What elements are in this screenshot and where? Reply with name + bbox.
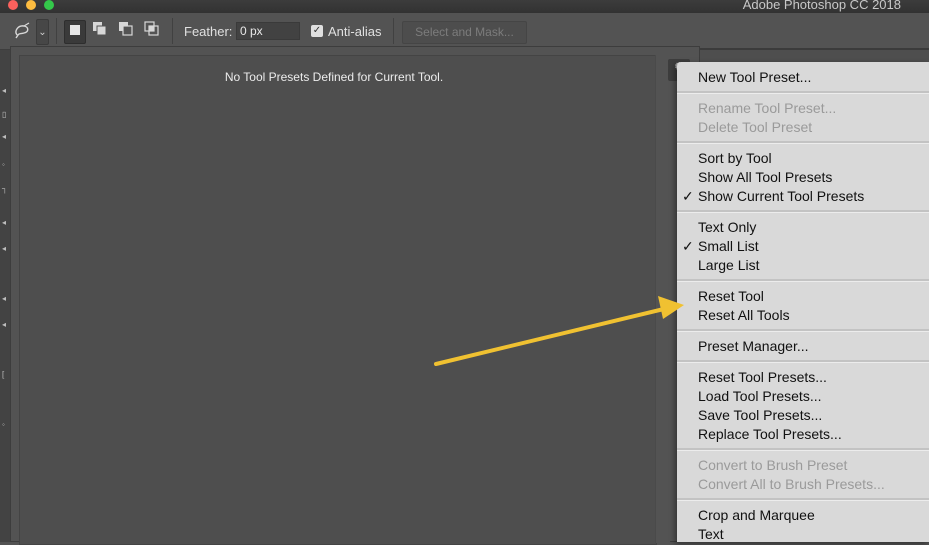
- menu-item[interactable]: Preset Manager...: [677, 337, 929, 356]
- add-to-selection-button[interactable]: [90, 20, 110, 42]
- menu-item-label: Preset Manager...: [698, 338, 809, 354]
- menu-item-label: Rename Tool Preset...: [698, 100, 837, 116]
- minimize-window-button[interactable]: [26, 0, 36, 10]
- antialias-checkbox[interactable]: ✓: [311, 25, 323, 37]
- tool-icon[interactable]: ◂: [2, 87, 7, 95]
- checkmark-icon: ✓: [682, 238, 694, 254]
- tool-icon[interactable]: ◂: [2, 321, 7, 329]
- new-selection-button[interactable]: [64, 20, 86, 44]
- subtract-from-selection-icon: [118, 21, 134, 42]
- tool-presets-panel: No Tool Presets Defined for Current Tool…: [10, 46, 700, 545]
- title-bar: Adobe Photoshop CC 2018: [0, 0, 929, 13]
- menu-item-label: Small List: [698, 238, 759, 254]
- maximize-window-button[interactable]: [44, 0, 54, 10]
- feather-label: Feather:: [184, 24, 233, 39]
- menu-item[interactable]: New Tool Preset...: [677, 68, 929, 87]
- menu-item[interactable]: Sort by Tool: [677, 149, 929, 168]
- menu-item[interactable]: Reset Tool Presets...: [677, 368, 929, 387]
- menu-separator: [677, 141, 929, 144]
- tool-icon[interactable]: ◂: [2, 245, 7, 253]
- tool-icon[interactable]: ┐: [2, 185, 8, 193]
- checkmark-icon: ✓: [312, 25, 322, 36]
- menu-item[interactable]: ✓ Show Current Tool Presets: [677, 187, 929, 206]
- menu-item: Convert All to Brush Presets...: [677, 475, 929, 494]
- menu-item-label: Load Tool Presets...: [698, 388, 822, 404]
- tool-presets-flyout-menu: New Tool Preset... Rename Tool Preset... D…: [677, 62, 929, 542]
- menu-item: Convert to Brush Preset: [677, 456, 929, 475]
- menu-item[interactable]: Large List: [677, 256, 929, 275]
- app-title: Adobe Photoshop CC 2018: [742, 0, 901, 12]
- menu-item-label: Crop and Marquee: [698, 507, 815, 523]
- presets-list[interactable]: No Tool Presets Defined for Current Tool…: [19, 55, 657, 545]
- menu-item-label: Show Current Tool Presets: [698, 188, 865, 204]
- add-to-selection-icon: [92, 21, 108, 42]
- menu-separator: [677, 329, 929, 332]
- menu-separator: [677, 448, 929, 451]
- menu-item[interactable]: ✓ Small List: [677, 237, 929, 256]
- presets-scrollbar[interactable]: [655, 55, 670, 543]
- menu-item: Delete Tool Preset: [677, 118, 929, 137]
- tool-icon[interactable]: [: [2, 371, 7, 379]
- menu-item-label: Convert All to Brush Presets...: [698, 476, 885, 492]
- menu-separator: [677, 210, 929, 213]
- menu-item[interactable]: Load Tool Presets...: [677, 387, 929, 406]
- menu-separator: [677, 91, 929, 94]
- tool-icon[interactable]: ◦: [2, 161, 7, 169]
- options-divider: [393, 18, 394, 44]
- menu-item-label: Delete Tool Preset: [698, 119, 813, 135]
- intersect-selection-icon: [144, 20, 160, 42]
- menu-item[interactable]: Reset All Tools: [677, 306, 929, 325]
- menu-item[interactable]: Save Tool Presets...: [677, 406, 929, 425]
- tool-icon[interactable]: ◦: [2, 421, 7, 429]
- options-divider: [56, 18, 57, 44]
- menu-item[interactable]: Text Only: [677, 218, 929, 237]
- menu-item: Rename Tool Preset...: [677, 99, 929, 118]
- menu-item-label: Convert to Brush Preset: [698, 457, 848, 473]
- menu-item-label: Text Only: [698, 219, 757, 235]
- menu-item[interactable]: Show All Tool Presets: [677, 168, 929, 187]
- new-selection-icon: [69, 23, 81, 41]
- menu-item-label: Reset All Tools: [698, 307, 790, 323]
- menu-item-label: Save Tool Presets...: [698, 407, 823, 423]
- menu-item-label: Replace Tool Presets...: [698, 426, 842, 442]
- select-and-mask-button[interactable]: Select and Mask...: [402, 21, 527, 44]
- checkmark-icon: ✓: [682, 188, 694, 204]
- menu-separator: [677, 279, 929, 282]
- menu-item-label: Reset Tool: [698, 288, 764, 304]
- close-window-button[interactable]: [8, 0, 18, 10]
- menu-separator: [677, 360, 929, 363]
- menu-item-label: Large List: [698, 257, 760, 273]
- tool-icon[interactable]: ▯: [2, 111, 7, 119]
- menu-item-label: Sort by Tool: [698, 150, 772, 166]
- antialias-label: Anti-alias: [328, 24, 382, 39]
- lasso-tool-icon[interactable]: [10, 19, 34, 43]
- chevron-down-icon: ⌄: [38, 26, 47, 38]
- menu-item-label: Text: [698, 526, 724, 542]
- tool-icon[interactable]: ◂: [2, 133, 7, 141]
- feather-input[interactable]: [236, 22, 300, 40]
- menu-item[interactable]: Crop and Marquee: [677, 506, 929, 525]
- menu-item[interactable]: Reset Tool: [677, 287, 929, 306]
- tool-preset-picker[interactable]: ⌄: [36, 19, 49, 45]
- tool-icon[interactable]: ◂: [2, 219, 7, 227]
- menu-separator: [677, 498, 929, 501]
- options-divider: [172, 18, 173, 44]
- empty-presets-message: No Tool Presets Defined for Current Tool…: [224, 70, 444, 84]
- subtract-from-selection-button[interactable]: [116, 20, 136, 42]
- menu-item[interactable]: Replace Tool Presets...: [677, 425, 929, 444]
- options-bar: ⌄ Feather: ✓ Anti-alias Select and Mask.…: [0, 13, 929, 50]
- menu-item-label: Reset Tool Presets...: [698, 369, 827, 385]
- tool-icon[interactable]: ◂: [2, 295, 7, 303]
- menu-item[interactable]: Text: [677, 525, 929, 544]
- intersect-selection-button[interactable]: [142, 20, 162, 42]
- menu-item-label: Show All Tool Presets: [698, 169, 833, 185]
- menu-item-label: New Tool Preset...: [698, 69, 812, 85]
